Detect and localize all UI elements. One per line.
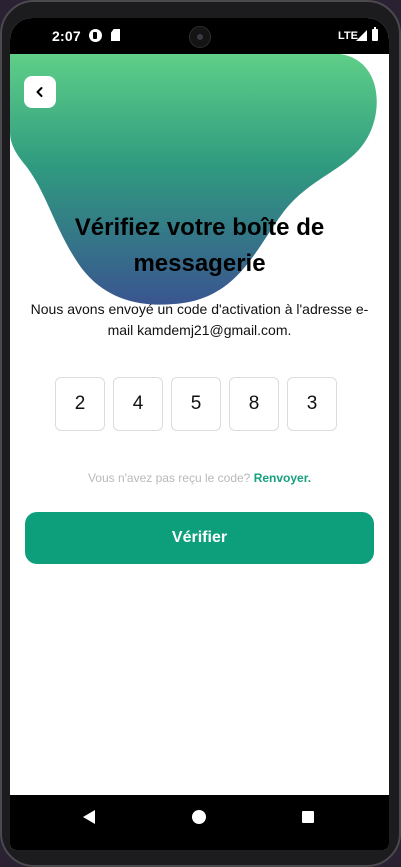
back-icon[interactable]: [83, 810, 95, 824]
signal-icon: [356, 30, 367, 41]
chevron-left-icon: [36, 87, 43, 97]
code-digit-input[interactable]: 8: [229, 377, 279, 431]
status-time: 2:07: [52, 28, 81, 44]
notification-app-icon: [89, 29, 102, 42]
code-digit-input[interactable]: 3: [287, 377, 337, 431]
sd-card-icon: [111, 29, 120, 41]
code-digit-input[interactable]: 5: [171, 377, 221, 431]
phone-screen: 2:07 LTE Vérifiez votre boîte de message…: [10, 18, 389, 850]
code-digit-input[interactable]: 4: [113, 377, 163, 431]
instructions-text: Nous avons envoyé un code d'activation à…: [30, 301, 369, 338]
resend-prompt: Vous n'avez pas reçu le code?: [87, 471, 251, 485]
verify-button[interactable]: Vérifier: [25, 512, 374, 564]
page-title: Vérifiez votre boîte de messagerie: [74, 214, 325, 277]
front-camera: [189, 26, 211, 48]
home-icon[interactable]: [192, 810, 206, 824]
battery-icon: [372, 27, 378, 41]
decorative-blob: [10, 54, 377, 305]
back-button[interactable]: [24, 76, 56, 108]
code-digit-input[interactable]: 2: [55, 377, 105, 431]
resend-link[interactable]: Renvoyer.: [254, 471, 311, 485]
recents-icon[interactable]: [302, 811, 314, 823]
network-type: LTE: [338, 30, 358, 42]
verification-code-inputs: 2 4 5 8 3: [55, 377, 337, 431]
resend-row: Vous n'avez pas reçu le code? Renvoyer.: [10, 471, 389, 485]
navigation-bar: [10, 795, 389, 850]
status-bar: 2:07 LTE: [10, 18, 389, 54]
